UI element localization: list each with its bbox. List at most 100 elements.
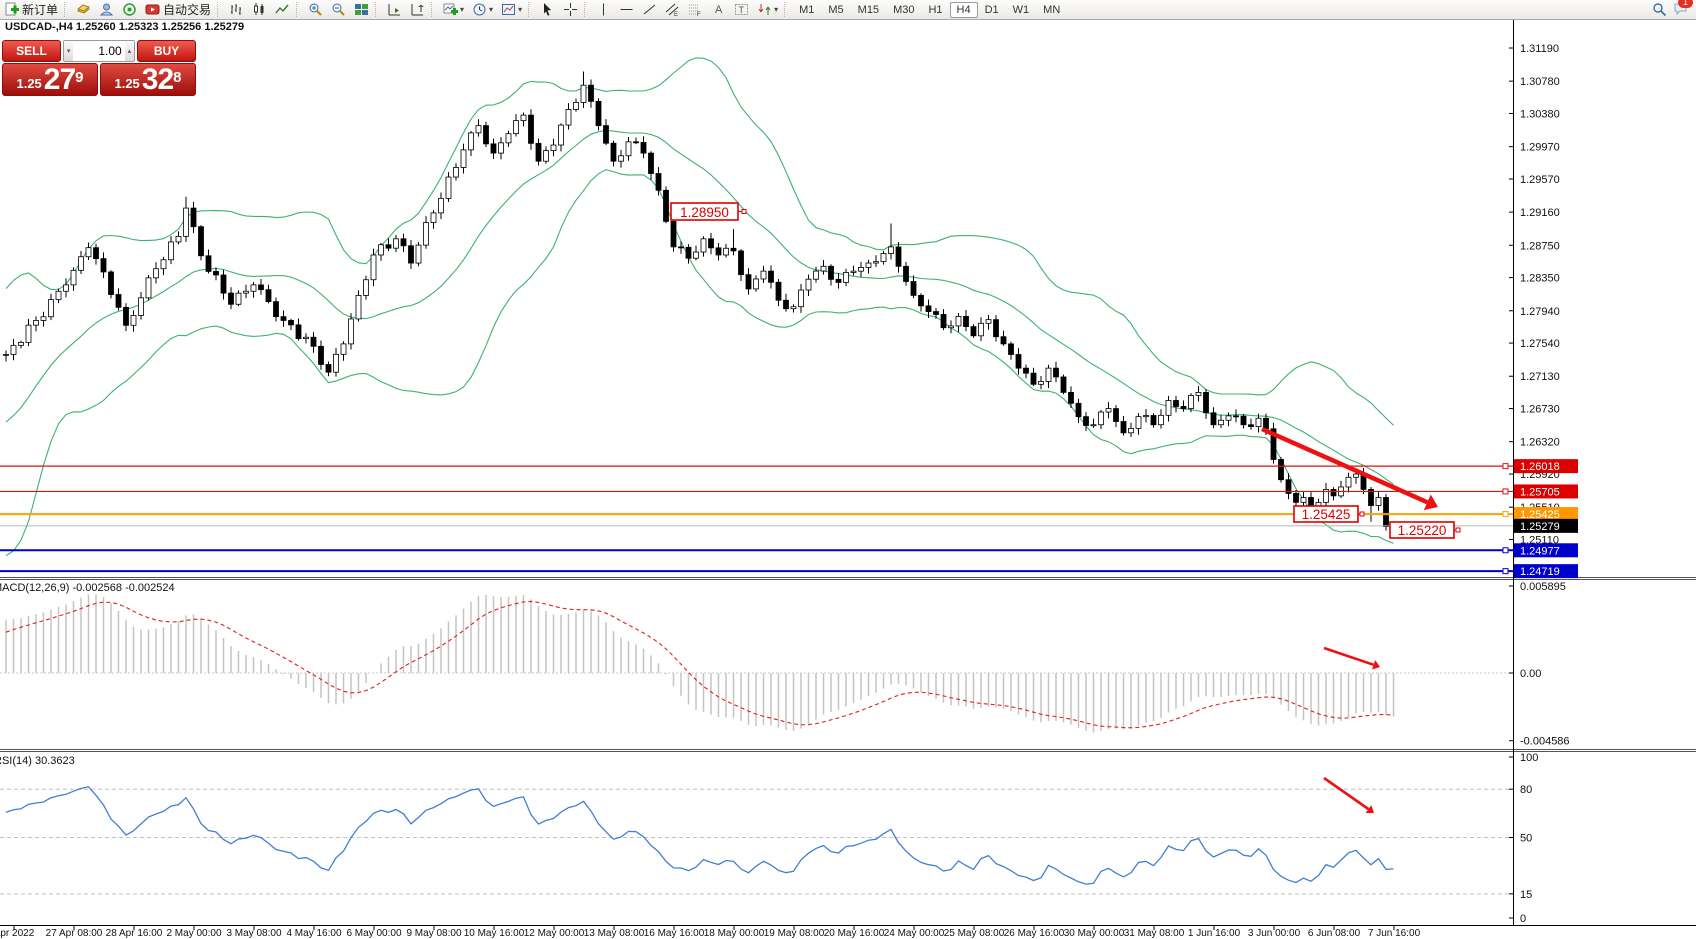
macd-panel xyxy=(0,594,1513,732)
annotation-text: 1.25425 xyxy=(1302,507,1351,522)
time-label: 2 May 00:00 xyxy=(166,928,221,939)
cursor-button[interactable] xyxy=(536,1,559,18)
candle xyxy=(739,251,744,275)
trend-arrow[interactable] xyxy=(1324,648,1374,665)
hline-handle[interactable] xyxy=(1503,489,1508,494)
candle xyxy=(649,153,654,173)
timeframe-mn[interactable]: MN xyxy=(1036,2,1067,18)
autotrade-button[interactable]: 自动交易 xyxy=(141,1,215,18)
candle xyxy=(454,167,459,177)
auto-scroll-button[interactable] xyxy=(383,1,406,18)
bar-chart-button[interactable] xyxy=(225,1,248,18)
fibonacci-tool[interactable]: F xyxy=(684,1,707,18)
candlestick-chart-button[interactable] xyxy=(248,1,271,18)
ask-price-big: 32 xyxy=(142,66,173,94)
timeframe-m15[interactable]: M15 xyxy=(851,2,886,18)
candle xyxy=(184,208,189,236)
candle xyxy=(1256,418,1261,426)
hline-handle[interactable] xyxy=(1503,569,1508,574)
trend-arrow[interactable] xyxy=(1324,778,1368,809)
candle xyxy=(769,271,774,282)
zoom-in-button[interactable] xyxy=(304,1,327,18)
horizontal-line-tool[interactable] xyxy=(615,1,638,18)
timeframe-h4[interactable]: H4 xyxy=(950,2,978,18)
candle xyxy=(251,285,256,291)
candle xyxy=(319,346,324,364)
macd-label: MACD(12,26,9) -0.002568 -0.002524 xyxy=(0,582,175,594)
candle xyxy=(56,291,61,299)
price-tick: 1.26320 xyxy=(1520,437,1560,449)
separator xyxy=(431,2,437,17)
ask-price[interactable]: 1.25 32 8 xyxy=(100,63,196,96)
new-order-button[interactable]: 新订单 xyxy=(0,1,62,18)
vertical-line-tool[interactable] xyxy=(592,1,615,18)
buy-button[interactable]: BUY xyxy=(137,40,196,62)
candle xyxy=(1151,415,1156,424)
bid-price-sup: 9 xyxy=(75,73,83,83)
add-indicator-button[interactable]: ▾ xyxy=(439,1,468,18)
bid-price[interactable]: 1.25 27 9 xyxy=(2,63,98,96)
crosshair-button[interactable] xyxy=(559,1,582,18)
tile-windows-button[interactable] xyxy=(350,1,373,18)
price-tick: 1.27130 xyxy=(1520,371,1560,383)
timeframe-m5[interactable]: M5 xyxy=(821,2,850,18)
bollinger-upper[interactable] xyxy=(6,58,1394,425)
candle xyxy=(1211,413,1216,425)
trendline-tool[interactable] xyxy=(638,1,661,18)
hline-handle[interactable] xyxy=(1503,548,1508,553)
timeframe-h1[interactable]: H1 xyxy=(921,2,949,18)
timeframe-d1[interactable]: D1 xyxy=(978,2,1006,18)
period-button[interactable]: ▾ xyxy=(468,1,497,18)
candle xyxy=(446,177,451,198)
candle xyxy=(94,248,99,259)
separator xyxy=(784,2,790,17)
hline-handle[interactable] xyxy=(1503,464,1508,469)
signal-button[interactable] xyxy=(118,1,141,18)
chart-shift-button[interactable] xyxy=(406,1,429,18)
timeframe-m1[interactable]: M1 xyxy=(792,2,821,18)
timeframe-w1[interactable]: W1 xyxy=(1006,2,1037,18)
candle xyxy=(79,257,84,271)
candle xyxy=(791,307,796,309)
rsi-label: RSI(14) 30.3623 xyxy=(0,755,75,767)
bollinger-middle[interactable] xyxy=(6,131,1394,485)
chart-canvas[interactable]: 1.311901.307801.303801.299701.295701.291… xyxy=(0,0,1696,939)
candle xyxy=(634,142,639,143)
zoom-out-button[interactable] xyxy=(327,1,350,18)
time-label: Apr 2022 xyxy=(0,928,35,939)
candle xyxy=(206,256,211,272)
sell-button[interactable]: SELL xyxy=(2,40,61,62)
volume-decrease-button[interactable]: ▾ xyxy=(64,41,73,61)
timeframe-m30[interactable]: M30 xyxy=(886,2,921,18)
search-icon[interactable] xyxy=(1652,2,1667,17)
candle xyxy=(949,326,954,328)
zoom-in-icon xyxy=(308,2,323,17)
hline-handle[interactable] xyxy=(1503,512,1508,517)
text-tool[interactable]: A xyxy=(707,1,730,18)
volume-increase-button[interactable]: ▴ xyxy=(125,41,134,61)
market-depth-button[interactable] xyxy=(72,1,95,18)
candle xyxy=(109,272,114,295)
text-label-tool[interactable]: T xyxy=(730,1,753,18)
annotation-text: 1.28950 xyxy=(680,205,729,220)
arrows-tool[interactable]: ▾ xyxy=(753,1,782,18)
candle xyxy=(919,295,924,305)
svg-text:E: E xyxy=(674,12,678,17)
line-chart-button[interactable] xyxy=(271,1,294,18)
contacts-button[interactable] xyxy=(95,1,118,18)
equidistant-channel-tool[interactable]: E xyxy=(661,1,684,18)
candle xyxy=(341,344,346,354)
candle xyxy=(641,142,646,153)
candle xyxy=(1106,409,1111,412)
candle xyxy=(679,247,684,248)
template-button[interactable]: ▾ xyxy=(497,1,526,18)
time-label: 13 May 08:00 xyxy=(584,928,645,939)
bollinger-lower[interactable] xyxy=(6,170,1394,556)
candle xyxy=(514,121,519,134)
volume-input[interactable] xyxy=(73,41,124,61)
candle xyxy=(1084,417,1089,426)
candle xyxy=(1196,392,1201,395)
candle xyxy=(1294,493,1299,502)
notifications-button[interactable]: 1 xyxy=(1673,1,1688,19)
rsi-axis-label: 100 xyxy=(1520,752,1538,764)
